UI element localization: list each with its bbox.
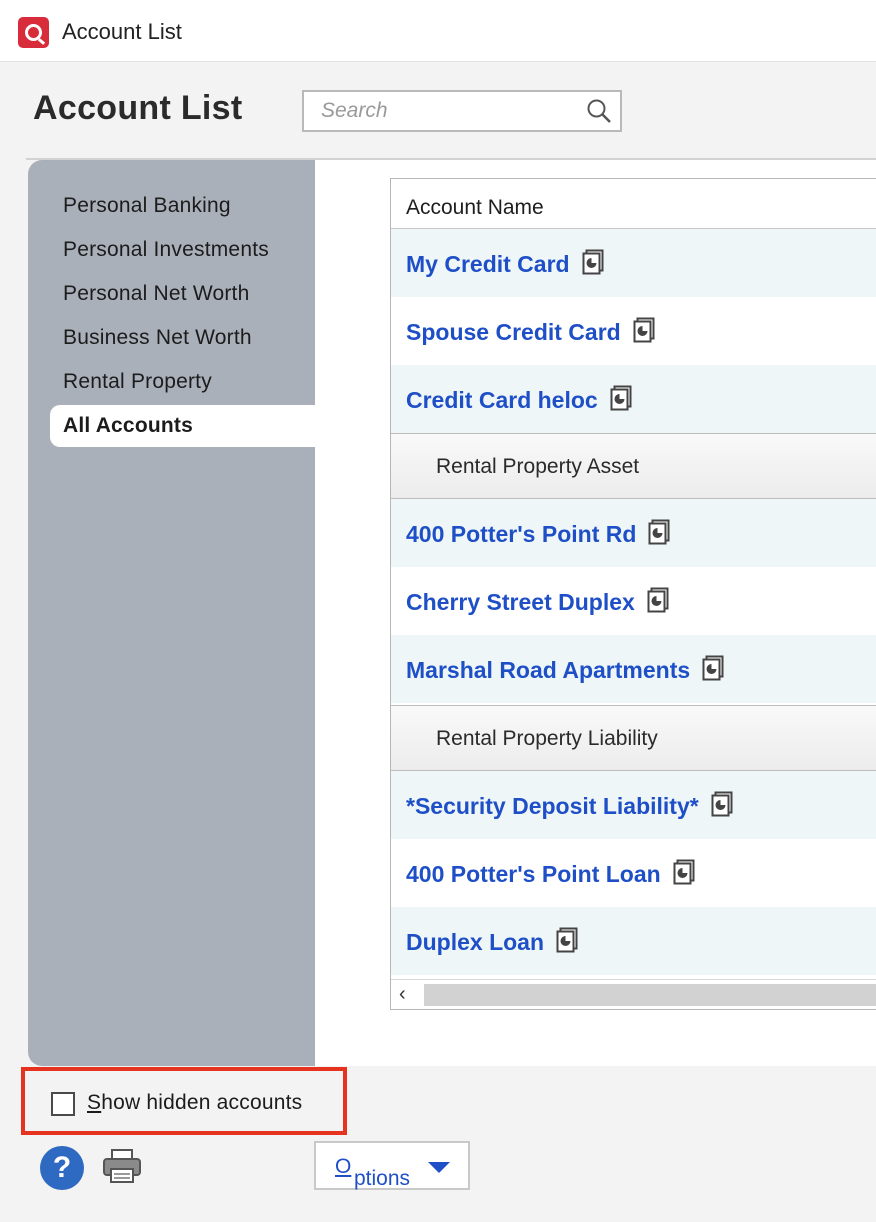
group-label: Rental Property Asset bbox=[436, 455, 640, 478]
title-bar: Account List bbox=[0, 0, 876, 62]
account-link[interactable]: *Security Deposit Liability* bbox=[406, 791, 733, 820]
account-name[interactable]: My Credit Card bbox=[406, 251, 570, 277]
account-row[interactable]: *Security Deposit Liability* bbox=[391, 771, 876, 839]
account-list-page: Account List Personal Banking Personal I… bbox=[0, 62, 876, 1222]
account-row[interactable]: 400 Potter's Point Loan bbox=[391, 839, 876, 907]
account-row[interactable]: Duplex Loan bbox=[391, 907, 876, 975]
account-name[interactable]: Cherry Street Duplex bbox=[406, 589, 635, 615]
account-row[interactable]: My Credit Card bbox=[391, 229, 876, 297]
show-hidden-accounts-checkbox[interactable] bbox=[51, 1092, 75, 1116]
sidebar-item-personal-banking[interactable]: Personal Banking bbox=[63, 194, 231, 218]
report-icon[interactable] bbox=[647, 587, 669, 613]
options-label: Options bbox=[335, 1155, 410, 1190]
options-text: ptions bbox=[354, 1167, 411, 1190]
account-link[interactable]: Credit Card heloc bbox=[406, 385, 632, 414]
sidebar-item-personal-investments[interactable]: Personal Investments bbox=[63, 238, 269, 262]
account-name[interactable]: Spouse Credit Card bbox=[406, 319, 621, 345]
help-icon[interactable]: ? bbox=[40, 1146, 84, 1190]
account-link[interactable]: Marshal Road Apartments bbox=[406, 655, 724, 684]
options-button[interactable]: Options bbox=[314, 1141, 470, 1190]
account-link[interactable]: My Credit Card bbox=[406, 249, 604, 278]
report-icon[interactable] bbox=[673, 859, 695, 885]
group-header-row: Rental Property Liability bbox=[391, 705, 876, 771]
label-text: how hidden accounts bbox=[101, 1091, 303, 1114]
account-name[interactable]: Credit Card heloc bbox=[406, 387, 598, 413]
sidebar: Personal Banking Personal Investments Pe… bbox=[28, 160, 315, 1066]
report-icon[interactable] bbox=[556, 927, 578, 953]
show-hidden-accounts-highlight: Show hidden accounts bbox=[21, 1067, 347, 1135]
report-icon[interactable] bbox=[633, 317, 655, 343]
window-title: Account List bbox=[62, 19, 182, 44]
report-icon[interactable] bbox=[610, 385, 632, 411]
account-name[interactable]: 400 Potter's Point Rd bbox=[406, 521, 636, 547]
search-icon[interactable] bbox=[586, 98, 612, 124]
account-name[interactable]: 400 Potter's Point Loan bbox=[406, 861, 661, 887]
sidebar-item-business-net-worth[interactable]: Business Net Worth bbox=[63, 326, 252, 350]
account-row[interactable]: Cherry Street Duplex bbox=[391, 567, 876, 635]
print-icon[interactable] bbox=[102, 1148, 142, 1184]
show-hidden-accounts-label[interactable]: Show hidden accounts bbox=[87, 1091, 302, 1115]
accounts-grid: Account Name My Credit Card Spouse Credi… bbox=[390, 178, 876, 1010]
scrollbar-thumb[interactable] bbox=[424, 984, 876, 1006]
search-box[interactable] bbox=[302, 90, 622, 132]
account-link[interactable]: Cherry Street Duplex bbox=[406, 587, 669, 616]
chevron-down-icon bbox=[428, 1162, 450, 1173]
column-header-label: Account Name bbox=[406, 196, 544, 219]
sidebar-item-personal-net-worth[interactable]: Personal Net Worth bbox=[63, 282, 249, 306]
account-name[interactable]: Marshal Road Apartments bbox=[406, 657, 690, 683]
column-header-account-name[interactable]: Account Name bbox=[391, 179, 876, 229]
account-link[interactable]: Spouse Credit Card bbox=[406, 317, 655, 346]
report-icon[interactable] bbox=[711, 791, 733, 817]
group-label: Rental Property Liability bbox=[436, 727, 658, 750]
search-input[interactable] bbox=[304, 92, 574, 130]
group-header-row: Rental Property Asset bbox=[391, 433, 876, 499]
sidebar-item-rental-property[interactable]: Rental Property bbox=[63, 370, 212, 394]
account-row[interactable]: Marshal Road Apartments bbox=[391, 635, 876, 703]
account-link[interactable]: 400 Potter's Point Loan bbox=[406, 859, 695, 888]
account-name[interactable]: *Security Deposit Liability* bbox=[406, 793, 699, 819]
access-key-s: S bbox=[87, 1091, 102, 1114]
report-icon[interactable] bbox=[648, 519, 670, 545]
account-link[interactable]: Duplex Loan bbox=[406, 927, 578, 956]
scroll-left-icon[interactable]: ‹ bbox=[399, 983, 406, 1006]
account-row[interactable]: 400 Potter's Point Rd bbox=[391, 499, 876, 567]
account-name[interactable]: Duplex Loan bbox=[406, 929, 544, 955]
account-row[interactable]: Spouse Credit Card bbox=[391, 297, 876, 365]
quicken-logo-icon bbox=[18, 17, 49, 48]
account-link[interactable]: 400 Potter's Point Rd bbox=[406, 519, 670, 548]
page-title: Account List bbox=[33, 89, 243, 127]
account-row[interactable]: Credit Card heloc bbox=[391, 365, 876, 433]
horizontal-scrollbar[interactable]: ‹ bbox=[391, 979, 876, 1009]
report-icon[interactable] bbox=[702, 655, 724, 681]
main-panel: Account Name My Credit Card Spouse Credi… bbox=[315, 160, 876, 1066]
sidebar-item-all-accounts[interactable]: All Accounts bbox=[50, 405, 315, 447]
access-key-o: O bbox=[335, 1155, 352, 1178]
report-icon[interactable] bbox=[582, 249, 604, 275]
